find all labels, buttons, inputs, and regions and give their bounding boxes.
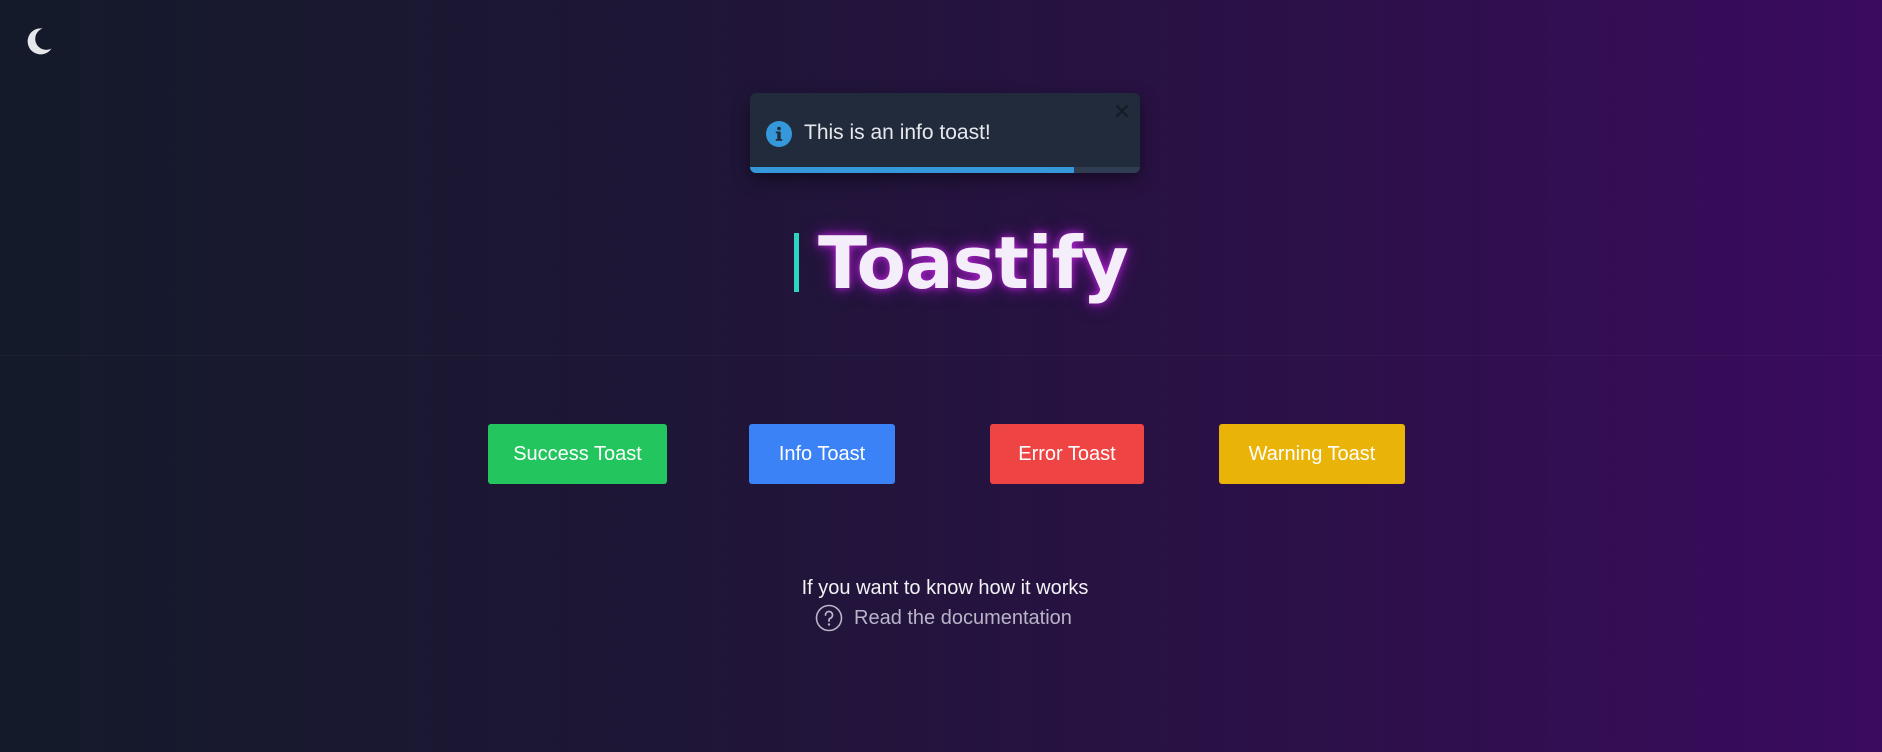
footer-text: If you want to know how it works: [801, 577, 1089, 599]
warning-toast-button[interactable]: Warning Toast: [1219, 424, 1405, 484]
toast-message: This is an info toast!: [804, 121, 991, 144]
divider: [0, 355, 1882, 356]
toast-progress-fill: [750, 167, 1074, 173]
theme-toggle-button[interactable]: [22, 24, 56, 58]
typing-cursor: [794, 233, 799, 292]
info-toast: This is an info toast!: [750, 93, 1140, 173]
close-icon: [1115, 104, 1129, 118]
toast-progress-bar: [750, 167, 1140, 173]
info-icon: [766, 121, 792, 147]
error-toast-button[interactable]: Error Toast: [990, 424, 1144, 484]
documentation-link-label: Read the documentation: [854, 606, 1072, 629]
success-toast-button[interactable]: Success Toast: [488, 424, 667, 484]
question-circle-icon: [815, 604, 843, 632]
info-toast-button[interactable]: Info Toast: [749, 424, 895, 484]
page-title: Toastify: [818, 221, 1129, 305]
moon-icon: [27, 28, 52, 55]
toast-close-button[interactable]: [1114, 103, 1130, 119]
documentation-link[interactable]: Read the documentation: [815, 604, 1072, 632]
title-block: Toastify: [0, 221, 1882, 312]
